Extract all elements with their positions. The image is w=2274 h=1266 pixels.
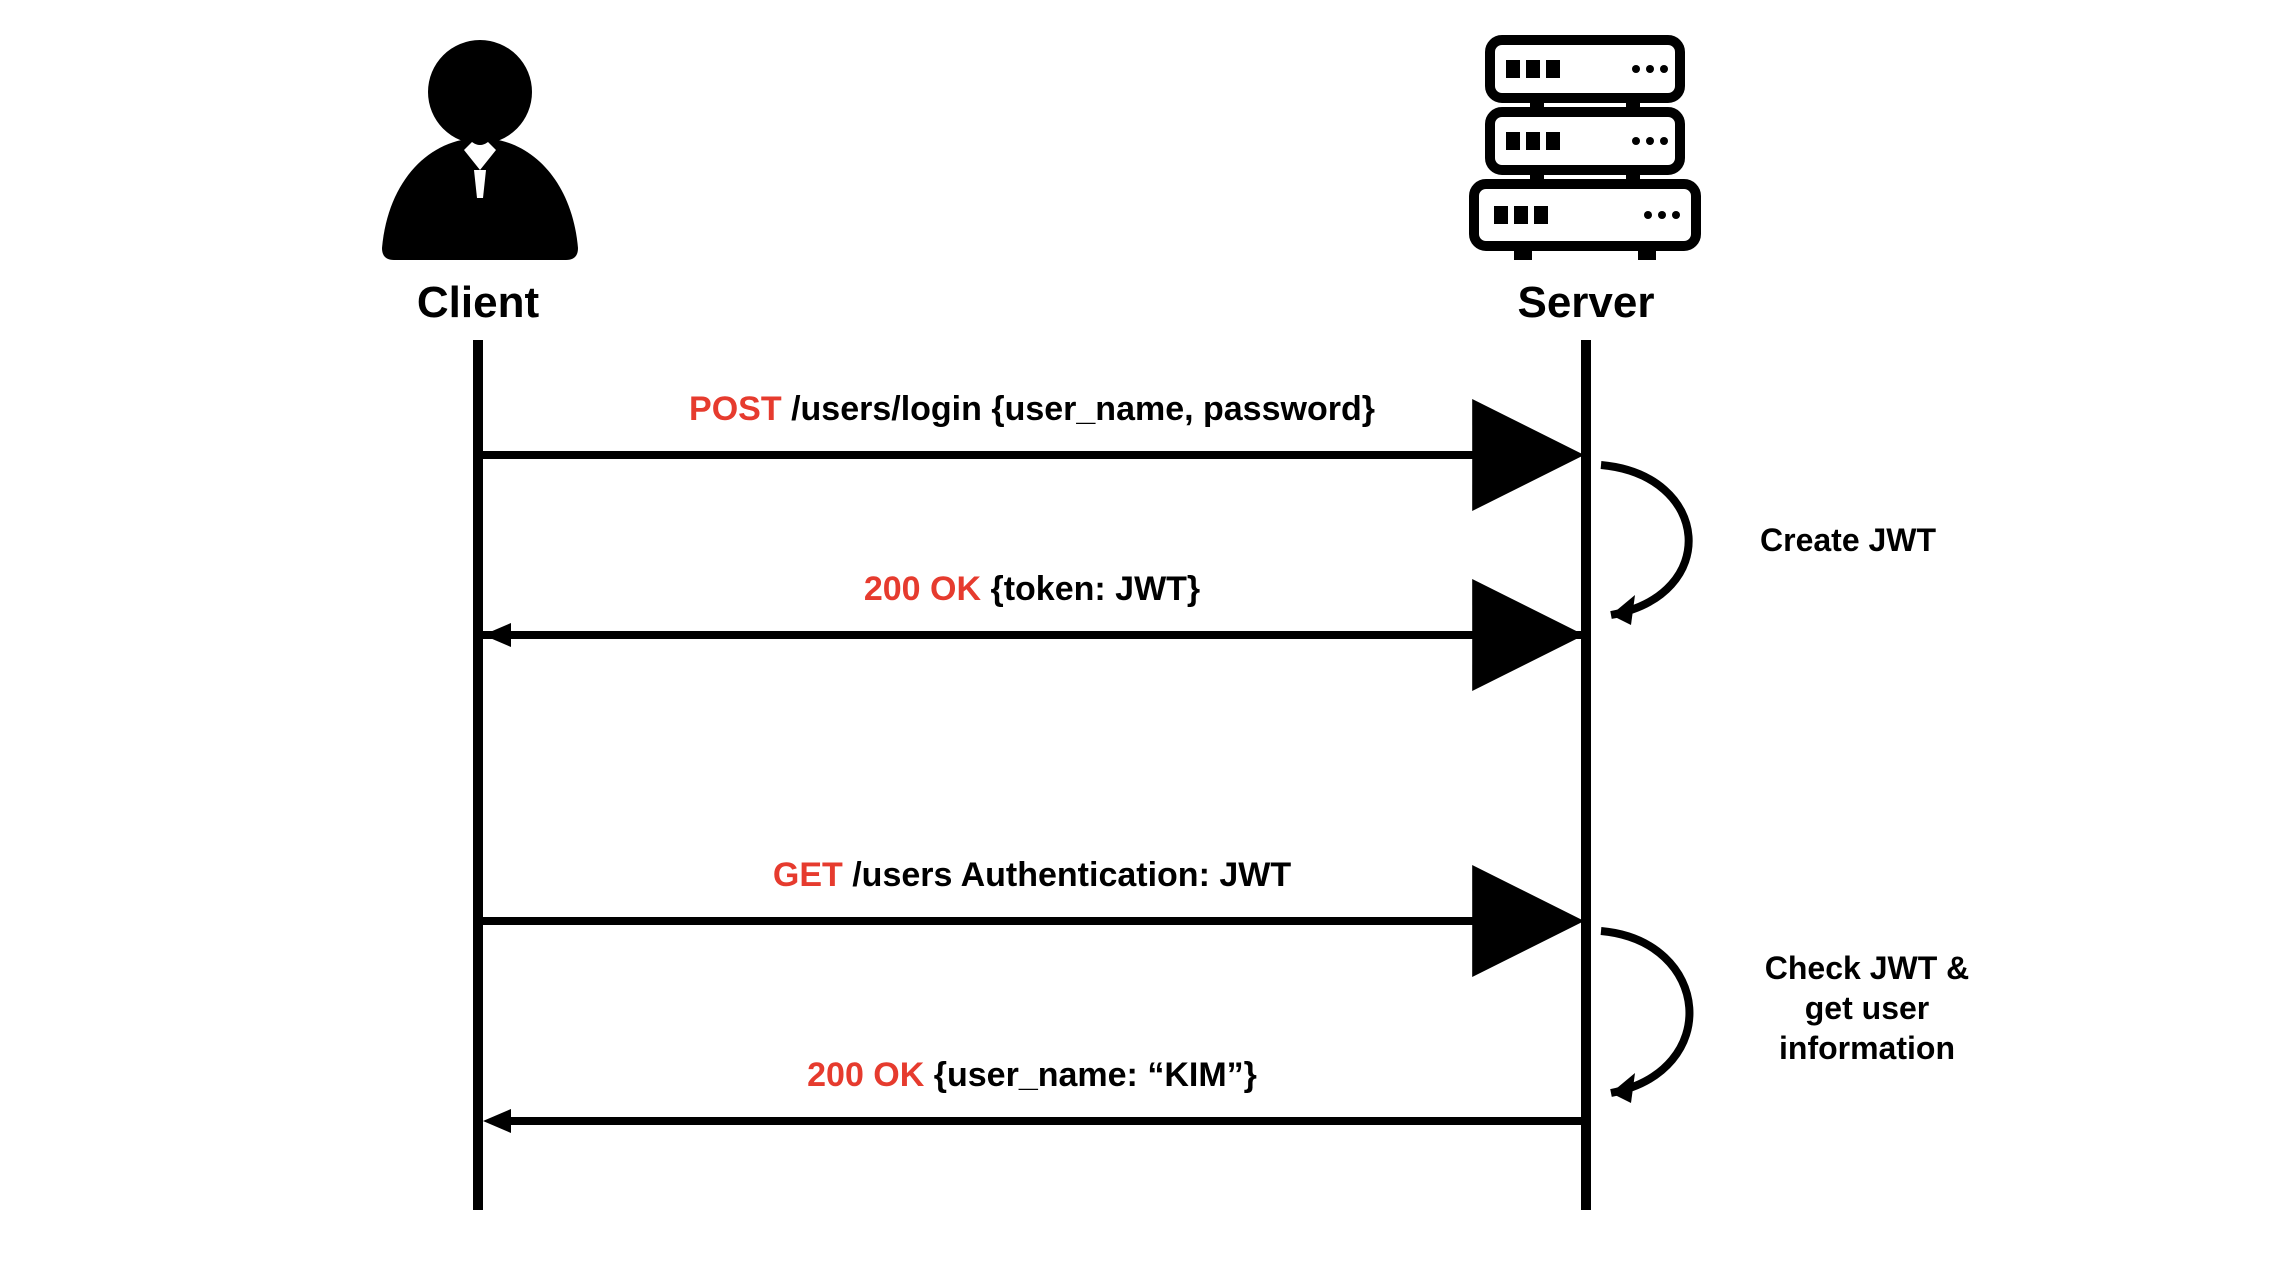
- sequence-diagram: Client Server POST /users/login {user_na…: [0, 0, 2274, 1266]
- server-label: Server: [1517, 278, 1654, 328]
- self-loop-2: [1591, 921, 1751, 1111]
- arrow-4-left: [483, 1106, 1581, 1136]
- note-create-jwt: Create JWT: [1760, 520, 1936, 560]
- message-3-rest: /users Authentication: JWT: [843, 856, 1291, 894]
- message-1-method: POST: [689, 390, 782, 428]
- self-loop-1: [1591, 455, 1751, 635]
- message-1-label: POST /users/login {user_name, password}: [689, 390, 1375, 429]
- client-label: Client: [417, 278, 539, 328]
- message-3-label: GET /users Authentication: JWT: [773, 856, 1291, 895]
- message-4-rest: {user_name: “KIM”}: [924, 1056, 1257, 1094]
- message-2-method: 200 OK: [864, 570, 981, 608]
- message-2-rest: {token: JWT}: [981, 570, 1200, 608]
- note-check-jwt: Check JWT & get user information: [1752, 948, 1982, 1068]
- user-icon: [370, 30, 590, 260]
- arrow-3-right: [483, 906, 1581, 936]
- message-1-rest: /users/login {user_name, password}: [782, 390, 1375, 428]
- message-3-method: GET: [773, 856, 843, 894]
- message-4-label: 200 OK {user_name: “KIM”}: [807, 1056, 1257, 1095]
- message-4-method: 200 OK: [807, 1056, 924, 1094]
- server-lifeline: [1581, 340, 1591, 1210]
- client-lifeline: [473, 340, 483, 1210]
- arrow-2-left-ovl: [483, 620, 1581, 650]
- message-2-label: 200 OK {token: JWT}: [864, 570, 1200, 609]
- arrow-1-right: [483, 440, 1581, 470]
- server-icon: [1460, 20, 1710, 270]
